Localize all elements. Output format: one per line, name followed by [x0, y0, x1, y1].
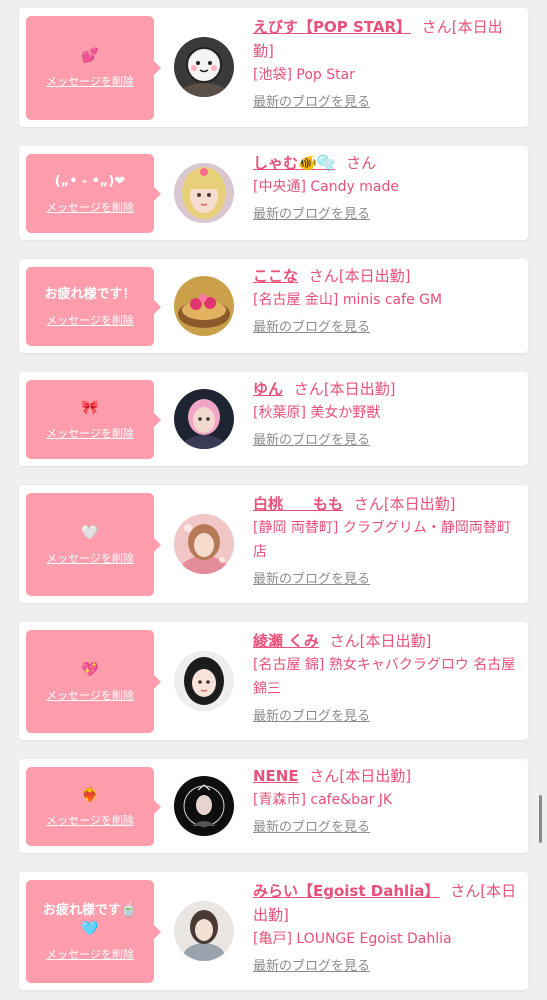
message-bubble: お疲れ様です🍵 🩵 メッセージを削除: [26, 880, 161, 983]
attendance-status: [本日出勤]: [323, 380, 396, 398]
message-bubble: 💖 メッセージを削除: [26, 630, 161, 733]
attendance-status: [本日出勤]: [383, 495, 456, 513]
shop-name: [秋葉原] 美女か野獣: [253, 405, 381, 421]
delete-message-link[interactable]: メッセージを削除: [46, 550, 134, 566]
member-name-link[interactable]: 白桃 もも: [253, 495, 343, 513]
message-emoji: ❤️‍🔥: [81, 786, 99, 803]
honorific: さん: [329, 632, 360, 650]
avatar[interactable]: [174, 776, 234, 836]
honorific: さん: [309, 767, 340, 785]
honorific: さん: [308, 267, 339, 285]
avatar[interactable]: [174, 37, 234, 97]
latest-blog-link[interactable]: 最新のブログを見る: [253, 707, 370, 727]
delete-message-link[interactable]: メッセージを削除: [46, 199, 134, 215]
delete-message-link[interactable]: メッセージを削除: [46, 312, 134, 328]
member-info: しゃむ🐠🫧 さん [中央通] Candy made 最新のブログを見る: [253, 151, 518, 225]
shop-name: [名古屋 金山] minis cafe GM: [253, 292, 443, 308]
message-list: 💕 メッセージを削除 えびす【POP STAR】 さん[本日出勤] [池袋] P…: [0, 0, 547, 1000]
member-name-link[interactable]: みらい【Egoist Dahlia】: [253, 882, 439, 900]
message-card: ❤️‍🔥 メッセージを削除 NENE さん[本日出勤] [青森市] cafe&b…: [19, 759, 528, 853]
latest-blog-link[interactable]: 最新のブログを見る: [253, 318, 370, 338]
latest-blog-link[interactable]: 最新のブログを見る: [253, 957, 370, 977]
message-card: お疲れ様です🍵 🩵 メッセージを削除 みらい【Egoist Dahlia】 さん…: [19, 872, 528, 990]
delete-message-link[interactable]: メッセージを削除: [46, 946, 134, 962]
member-name-link[interactable]: ゆん: [253, 380, 283, 398]
honorific: さん: [346, 154, 377, 172]
message-emoji: 💖: [81, 661, 99, 678]
latest-blog-link[interactable]: 最新のブログを見る: [253, 818, 370, 838]
attendance-status: [本日出勤]: [339, 767, 412, 785]
message-card: 💖 メッセージを削除 綾瀬 くみ さん[本日出勤] [名古屋 錦] 熟女キャバク…: [19, 622, 528, 740]
member-info: 白桃 もも さん[本日出勤] [静岡 両替町] クラブグリム・静岡両替町店 最新…: [253, 492, 518, 590]
member-info: ここな さん[本日出勤] [名古屋 金山] minis cafe GM 最新のブ…: [253, 264, 518, 338]
honorific: さん: [450, 882, 481, 900]
latest-blog-link[interactable]: 最新のブログを見る: [253, 431, 370, 451]
honorific: さん: [293, 380, 324, 398]
avatar[interactable]: [174, 901, 234, 961]
shop-name: [名古屋 錦] 熟女キャバクラグロウ 名古屋錦三: [253, 657, 516, 697]
shop-name: [亀戸] LOUNGE Egoist Dahlia: [253, 931, 452, 947]
avatar[interactable]: [174, 514, 234, 574]
avatar[interactable]: [174, 389, 234, 449]
message-emoji: 🤍: [81, 524, 99, 541]
attendance-status: [本日出勤]: [359, 632, 432, 650]
avatar[interactable]: [174, 651, 234, 711]
latest-blog-link[interactable]: 最新のブログを見る: [253, 570, 370, 590]
message-card: 🤍 メッセージを削除 白桃 もも さん[本日出勤] [静岡 両替町] クラブグリ…: [19, 485, 528, 603]
message-text: („• ֊ •„)❤: [54, 173, 126, 189]
shop-name: [中央通] Candy made: [253, 179, 399, 195]
message-bubble: 🎀 メッセージを削除: [26, 380, 161, 459]
shop-name: [池袋] Pop Star: [253, 67, 355, 83]
delete-message-link[interactable]: メッセージを削除: [46, 73, 134, 89]
message-card: お疲れ様です！ メッセージを削除 ここな さん[本日出勤] [名古屋 金山] m…: [19, 259, 528, 353]
scrollbar-thumb[interactable]: [539, 795, 542, 843]
member-name-link[interactable]: 綾瀬 くみ: [253, 632, 319, 650]
attendance-status: [本日出勤]: [338, 267, 411, 285]
shop-name: [青森市] cafe&bar JK: [253, 792, 393, 808]
message-bubble: („• ֊ •„)❤ メッセージを削除: [26, 154, 161, 233]
honorific: さん: [353, 495, 384, 513]
avatar[interactable]: [174, 276, 234, 336]
member-name-link[interactable]: しゃむ🐠🫧: [253, 154, 335, 172]
member-info: 綾瀬 くみ さん[本日出勤] [名古屋 錦] 熟女キャバクラグロウ 名古屋錦三 …: [253, 629, 518, 727]
latest-blog-link[interactable]: 最新のブログを見る: [253, 93, 370, 113]
message-emoji: 🎀: [81, 399, 99, 416]
member-name-link[interactable]: ここな: [253, 267, 298, 285]
shop-name: [静岡 両替町] クラブグリム・静岡両替町店: [253, 520, 511, 560]
message-bubble: 🤍 メッセージを削除: [26, 493, 161, 596]
member-name-link[interactable]: NENE: [253, 767, 299, 785]
message-emoji: 🩵: [81, 920, 99, 937]
delete-message-link[interactable]: メッセージを削除: [46, 687, 134, 703]
member-info: ゆん さん[本日出勤] [秋葉原] 美女か野獣 最新のブログを見る: [253, 377, 518, 451]
message-card: 🎀 メッセージを削除 ゆん さん[本日出勤] [秋葉原] 美女か野獣 最新のブロ…: [19, 372, 528, 466]
message-card: 💕 メッセージを削除 えびす【POP STAR】 さん[本日出勤] [池袋] P…: [19, 8, 528, 127]
message-emoji: 💕: [81, 48, 99, 64]
message-card: („• ֊ •„)❤ メッセージを削除 しゃむ🐠🫧 さん [中央通] Candy…: [19, 146, 528, 240]
message-bubble: 💕 メッセージを削除: [26, 16, 161, 120]
message-bubble: ❤️‍🔥 メッセージを削除: [26, 767, 161, 846]
member-info: みらい【Egoist Dahlia】 さん[本日出勤] [亀戸] LOUNGE …: [253, 879, 518, 977]
honorific: さん: [421, 18, 452, 36]
delete-message-link[interactable]: メッセージを削除: [46, 425, 134, 441]
member-name-link[interactable]: えびす【POP STAR】: [253, 18, 411, 36]
message-bubble: お疲れ様です！ メッセージを削除: [26, 267, 161, 346]
delete-message-link[interactable]: メッセージを削除: [46, 812, 134, 828]
member-info: えびす【POP STAR】 さん[本日出勤] [池袋] Pop Star 最新の…: [253, 15, 518, 113]
message-text: お疲れ様です🍵: [42, 902, 138, 918]
avatar[interactable]: [174, 163, 234, 223]
latest-blog-link[interactable]: 最新のブログを見る: [253, 205, 370, 225]
member-info: NENE さん[本日出勤] [青森市] cafe&bar JK 最新のブログを見…: [253, 764, 518, 838]
message-text: お疲れ様です！: [44, 286, 136, 302]
